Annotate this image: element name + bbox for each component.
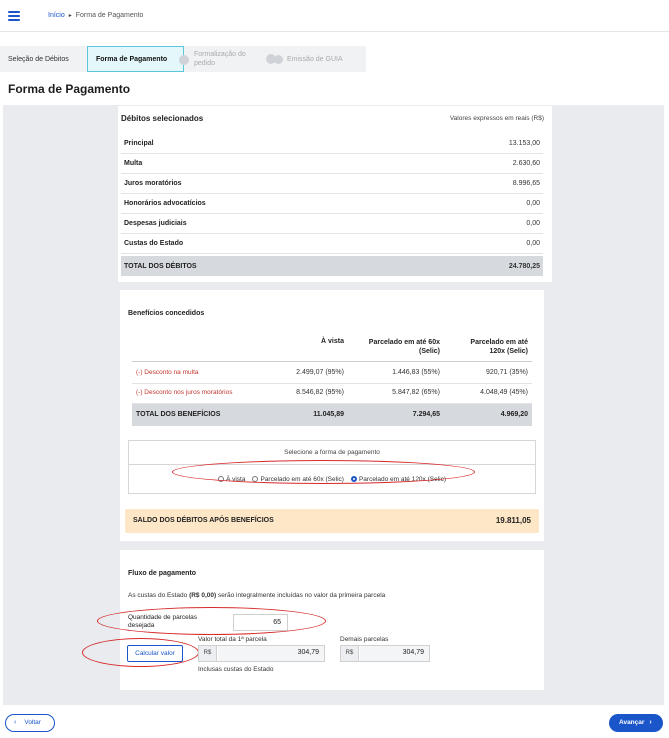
col-avista: À vista [321,338,344,345]
saldo-label: SALDO DOS DÉBITOS APÓS BENEFÍCIOS [133,517,274,524]
debito-row: Honorários advocatícios 0,00 [121,194,543,214]
breadcrumb-home[interactable]: Início [48,12,65,19]
debito-row: Custas do Estado 0,00 [121,234,543,254]
step-selecao-debitos[interactable]: Seleção de Débitos [0,46,87,72]
top-bar: Início ▸ Forma de Pagamento [0,0,669,32]
chevron-right-icon: › [649,719,652,726]
col-60x: Parcelado em até 60x (Selic) [368,339,440,355]
menu-icon[interactable] [8,11,20,21]
debito-row: Multa 2.630,60 [121,154,543,174]
saldo-value: 19.811,05 [495,516,531,525]
beneficios-title: Benefícios concedidos [128,310,205,317]
beneficios-section: Benefícios concedidos À vista Parcelado … [120,290,544,541]
page-title: Forma de Pagamento [8,82,131,96]
debito-row: Principal 13.153,00 [121,134,543,154]
debitos-title: Débitos selecionados [121,114,204,123]
chevron-left-icon: ‹ [14,719,17,726]
step-connector-icon [266,54,276,64]
step-label: Forma de Pagamento [96,55,168,63]
annotation-circle [82,638,199,667]
step-label: Formalização do pedido [194,51,246,67]
beneficios-table-header: À vista Parcelado em até 60x (Selic) Parc… [132,334,532,362]
step-emissao-guia: Emissão de GUIA [270,46,366,72]
step-label: Emissão de GUIA [287,55,343,63]
other-installments-label: Demais parcelas [340,636,389,643]
debitos-note: Valores expressos em reais (R$) [449,115,544,122]
saldo-banner: SALDO DOS DÉBITOS APÓS BENEFÍCIOS 19.811… [125,509,539,533]
fluxo-section: Fluxo de pagamento As custas do Estado (… [82,550,544,690]
voltar-button[interactable]: ‹ Voltar [5,714,55,732]
chevron-right-icon: ▸ [68,13,72,19]
first-installment-label: Valor total da 1ª parcela [198,636,267,643]
debitos-total-row: TOTAL DOS DÉBITOS 24.780,25 [121,256,543,276]
debito-row: Despesas judiciais 0,00 [121,214,543,234]
step-formalizacao: Formalização do pedido [184,46,276,72]
breadcrumb-current: Forma de Pagamento [75,12,144,19]
breadcrumb: Início ▸ Forma de Pagamento [48,12,143,19]
annotation-circle [97,607,326,635]
step-label: Seleção de Débitos [8,55,69,63]
step-forma-pagamento[interactable]: Forma de Pagamento [87,46,189,72]
stepper: Seleção de Débitos Forma de Pagamento Fo… [0,46,366,72]
avancar-button[interactable]: Avançar › [609,714,663,732]
fluxo-note: As custas do Estado (R$ 0,00) serão inte… [128,592,386,599]
beneficios-total-row: TOTAL DOS BENEFÍCIOS 11.045,89 7.294,65 … [132,404,532,426]
beneficio-row: (-) Desconto nos juros moratórios 8.546,… [132,382,532,404]
debitos-section: Débitos selecionados Valores expressos e… [118,106,552,282]
first-installment-value: 304,79 [297,649,319,656]
first-installment-note: Inclusas custas do Estado [198,666,274,673]
fluxo-title: Fluxo de pagamento [128,570,197,577]
other-installments-value: 304,79 [402,649,424,656]
currency-prefix: R$ [199,646,217,661]
debito-row: Juros moratórios 8.996,65 [121,174,543,194]
annotation-circle [172,460,475,484]
beneficio-row: (-) Desconto na multa 2.499,07 (95%) 1.4… [132,362,532,384]
first-installment-field: R$ 304,79 [198,645,325,662]
other-installments-field: R$ 304,79 [340,645,430,662]
currency-prefix: R$ [341,646,359,661]
col-120x: Parcelado em até 120x (Selic) [470,339,528,355]
step-connector-icon [179,55,189,65]
